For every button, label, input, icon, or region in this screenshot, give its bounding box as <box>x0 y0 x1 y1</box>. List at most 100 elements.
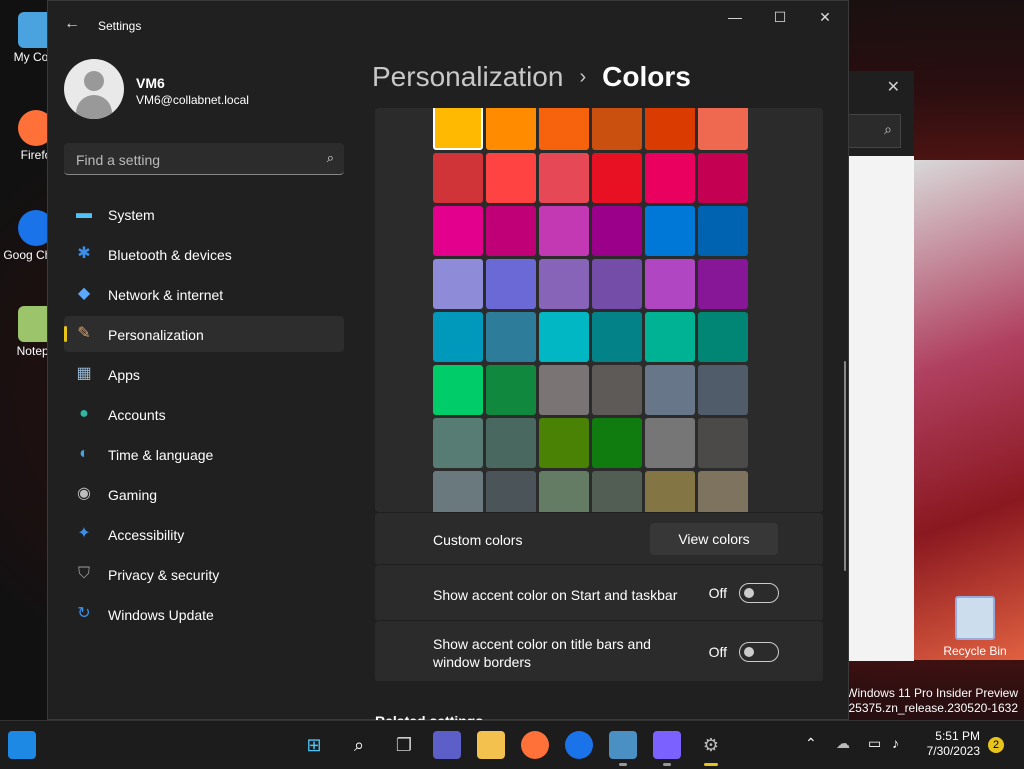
accent-start-toggle[interactable] <box>739 583 779 603</box>
sidebar-item-personalization[interactable]: ✎ Personalization <box>64 316 344 352</box>
accent-color-swatch[interactable] <box>486 259 536 309</box>
sidebar-item-apps[interactable]: ▦ Apps <box>64 356 344 392</box>
accent-color-swatch[interactable] <box>539 153 589 203</box>
accent-color-swatch[interactable] <box>486 108 536 150</box>
accent-color-swatch[interactable] <box>698 259 748 309</box>
sidebar-item-time-language[interactable]: ◐ Time & language <box>64 436 344 472</box>
maximize-icon[interactable]: ☐ <box>765 9 795 26</box>
sidebar-item-accounts[interactable]: ● Accounts <box>64 396 344 432</box>
accent-color-swatch[interactable] <box>433 418 483 468</box>
accent-color-swatch[interactable] <box>592 153 642 203</box>
accent-color-swatch[interactable] <box>645 259 695 309</box>
person-icon: ● <box>79 405 89 422</box>
start-button[interactable]: ⊞ <box>300 731 328 759</box>
chevron-up-icon[interactable]: ⌃ <box>805 735 817 752</box>
accent-color-swatch[interactable] <box>698 153 748 203</box>
sidebar-item-gaming[interactable]: ◉ Gaming <box>64 476 344 512</box>
accent-color-swatch[interactable] <box>698 365 748 415</box>
apps-icon: ▦ <box>76 365 92 382</box>
accent-color-swatch[interactable] <box>645 365 695 415</box>
close-icon[interactable]: ✕ <box>810 9 840 26</box>
accent-color-swatch[interactable] <box>592 259 642 309</box>
task-view-icon[interactable]: ❐ <box>390 731 418 759</box>
breadcrumb-parent[interactable]: Personalization <box>372 61 563 92</box>
background-window[interactable]: ✕ ⌕ <box>848 71 914 661</box>
accent-color-swatch[interactable] <box>433 153 483 203</box>
accent-color-swatch[interactable] <box>592 108 642 150</box>
page-title: Colors <box>602 61 691 92</box>
accent-color-swatch[interactable] <box>433 108 483 150</box>
accent-color-swatch[interactable] <box>486 153 536 203</box>
sidebar-item-network[interactable]: ◆ Network & internet <box>64 276 344 312</box>
sidebar-item-bluetooth[interactable]: ✱ Bluetooth & devices <box>64 236 344 272</box>
monitor-icon: ▬ <box>76 205 92 222</box>
sidebar-item-windows-update[interactable]: ↻ Windows Update <box>64 596 344 632</box>
minimize-icon[interactable]: — <box>720 9 750 25</box>
search-icon[interactable]: ⌕ <box>327 150 334 166</box>
network-icon[interactable]: ▭ <box>868 735 881 752</box>
accent-color-swatch[interactable] <box>592 418 642 468</box>
accent-color-swatch[interactable] <box>539 108 589 150</box>
bluetooth-icon: ✱ <box>77 245 91 262</box>
system-clock[interactable]: 5:51 PM 7/30/2023 <box>920 729 980 759</box>
accent-title-bars-label: Show accent color on title bars and wind… <box>433 636 651 670</box>
accent-color-swatch[interactable] <box>698 312 748 362</box>
volume-icon[interactable]: ♪ <box>892 735 899 751</box>
accent-color-swatch[interactable] <box>645 312 695 362</box>
accent-color-swatch[interactable] <box>592 365 642 415</box>
accent-color-swatch[interactable] <box>539 312 589 362</box>
settings-gear-icon[interactable]: ⚙ <box>697 731 725 766</box>
shield-icon: ⛉ <box>77 565 90 582</box>
accent-color-swatch[interactable] <box>645 418 695 468</box>
accent-color-swatch[interactable] <box>486 365 536 415</box>
accessibility-icon: ✦ <box>77 525 91 542</box>
accent-color-swatch[interactable] <box>433 259 483 309</box>
accent-color-swatch[interactable] <box>433 312 483 362</box>
accent-color-swatch[interactable] <box>645 206 695 256</box>
wallpaper-swirl <box>914 160 1024 660</box>
search-icon[interactable]: ⌕ <box>345 731 373 759</box>
avatar[interactable] <box>64 59 124 119</box>
accent-color-swatch[interactable] <box>698 108 748 150</box>
chrome-icon[interactable] <box>565 731 593 759</box>
accent-color-swatch[interactable] <box>539 259 589 309</box>
sidebar-item-accessibility[interactable]: ✦ Accessibility <box>64 516 344 552</box>
accent-color-swatch[interactable] <box>486 206 536 256</box>
sidebar-item-privacy[interactable]: ⛉ Privacy & security <box>64 556 344 592</box>
accent-color-swatch[interactable] <box>539 206 589 256</box>
sidebar-item-system[interactable]: ▬ System <box>64 196 344 232</box>
accent-color-swatch[interactable] <box>539 418 589 468</box>
accent-title-bars-toggle[interactable] <box>739 642 779 662</box>
background-search-box[interactable]: ⌕ <box>848 114 901 148</box>
accent-color-swatch[interactable] <box>698 418 748 468</box>
accent-color-swatch[interactable] <box>698 206 748 256</box>
file-explorer-icon[interactable] <box>477 731 505 759</box>
chat-icon[interactable] <box>433 731 461 759</box>
firefox-icon[interactable] <box>521 731 549 759</box>
accent-color-card <box>375 108 823 521</box>
accent-color-swatch[interactable] <box>433 206 483 256</box>
cloud-offline-icon[interactable]: ☁ <box>836 735 850 752</box>
remote-desktop-icon[interactable] <box>609 731 637 766</box>
gamepad-icon: ◉ <box>77 485 91 502</box>
scrollbar[interactable] <box>844 361 846 571</box>
desktop-icon-recycle-bin[interactable]: Recycle Bin <box>942 596 1008 658</box>
accent-color-swatch[interactable] <box>645 153 695 203</box>
search-box[interactable]: ⌕ <box>64 143 344 175</box>
search-input[interactable] <box>74 149 308 171</box>
title-bar[interactable]: ← Settings — ☐ ✕ <box>48 1 848 49</box>
copilot-icon[interactable] <box>653 731 681 766</box>
accent-color-swatch[interactable] <box>592 312 642 362</box>
accent-color-swatch[interactable] <box>486 418 536 468</box>
widgets-icon[interactable] <box>8 731 36 759</box>
toggle-state-label: Off <box>708 644 727 660</box>
accent-color-swatch[interactable] <box>539 365 589 415</box>
notification-badge[interactable]: 2 <box>988 737 1004 753</box>
accent-color-swatch[interactable] <box>486 312 536 362</box>
accent-color-swatch[interactable] <box>433 365 483 415</box>
close-icon[interactable]: ✕ <box>887 77 900 97</box>
accent-color-swatch[interactable] <box>645 108 695 150</box>
view-colors-button[interactable]: View colors <box>650 523 778 555</box>
back-arrow-icon[interactable]: ← <box>64 15 80 33</box>
accent-color-swatch[interactable] <box>592 206 642 256</box>
